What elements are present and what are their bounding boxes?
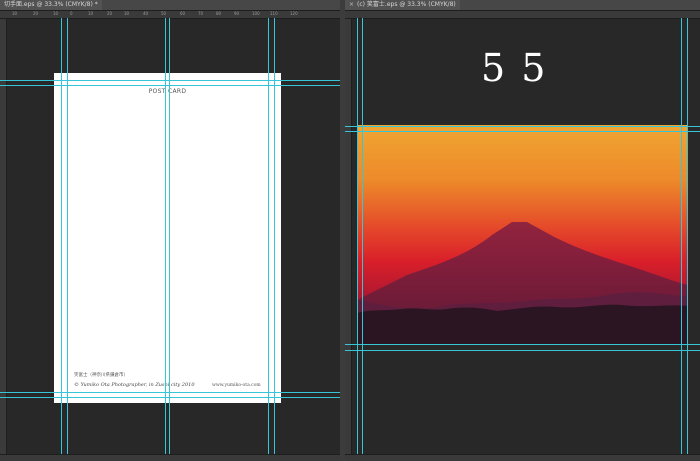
left-status-bar bbox=[0, 454, 340, 461]
ruler-label: 110 bbox=[270, 11, 278, 16]
guide-vertical[interactable] bbox=[681, 18, 682, 455]
guide-vertical[interactable] bbox=[687, 18, 688, 455]
guide-vertical[interactable] bbox=[274, 18, 275, 455]
left-horizontal-ruler[interactable]: 30 20 10 0 10 20 30 40 50 60 70 80 90 10… bbox=[0, 11, 340, 19]
postcard-artboard[interactable]: POST CARD 笑富士（神奈川県鎌倉市） © Yumiko Ota Phot… bbox=[54, 73, 281, 403]
ruler-label: 80 bbox=[216, 11, 222, 16]
guide-horizontal[interactable] bbox=[0, 392, 340, 393]
mount-fuji-photo[interactable] bbox=[357, 125, 688, 345]
guide-horizontal[interactable] bbox=[0, 85, 340, 86]
left-document-tab[interactable]: 切手面.eps @ 33.3% (CMYK/8) * bbox=[0, 0, 102, 10]
guide-horizontal[interactable] bbox=[345, 350, 700, 351]
ruler-label: 10 bbox=[53, 11, 59, 16]
guide-horizontal[interactable] bbox=[345, 131, 700, 132]
right-document-tab[interactable]: × (c) 笑富士.eps @ 33.3% (CMYK/8) bbox=[345, 0, 460, 10]
right-document-window: × (c) 笑富士.eps @ 33.3% (CMYK/8) 5 5 bbox=[345, 0, 700, 461]
ruler-label: 0 bbox=[70, 11, 73, 16]
right-status-bar bbox=[345, 454, 700, 461]
right-vertical-ruler[interactable] bbox=[345, 19, 352, 461]
website-url: www.yumiko-ota.com bbox=[212, 383, 261, 388]
ruler-label: 90 bbox=[234, 11, 240, 16]
guide-vertical[interactable] bbox=[169, 18, 170, 455]
ruler-label: 20 bbox=[33, 11, 39, 16]
guide-horizontal[interactable] bbox=[345, 126, 700, 127]
right-tab-title: (c) 笑富士.eps @ 33.3% (CMYK/8) bbox=[357, 1, 456, 8]
guide-vertical[interactable] bbox=[61, 18, 62, 455]
guide-horizontal[interactable] bbox=[345, 344, 700, 345]
ruler-label: 40 bbox=[143, 11, 149, 16]
guide-vertical[interactable] bbox=[67, 18, 68, 455]
ruler-label: 20 bbox=[107, 11, 113, 16]
ruler-label: 30 bbox=[12, 11, 18, 16]
left-tab-title: 切手面.eps @ 33.3% (CMYK/8) * bbox=[4, 1, 98, 8]
right-horizontal-ruler[interactable] bbox=[345, 11, 700, 19]
ruler-label: 120 bbox=[290, 11, 298, 16]
page-number-text: 5 5 bbox=[481, 46, 548, 90]
left-document-window: 切手面.eps @ 33.3% (CMYK/8) * 30 20 10 0 10… bbox=[0, 0, 340, 461]
postcard-title: POST CARD bbox=[148, 88, 187, 95]
ruler-label: 10 bbox=[88, 11, 94, 16]
guide-vertical[interactable] bbox=[268, 18, 269, 455]
ruler-label: 100 bbox=[252, 11, 260, 16]
guide-vertical[interactable] bbox=[357, 18, 358, 455]
ruler-label: 30 bbox=[124, 11, 130, 16]
guide-vertical[interactable] bbox=[362, 18, 363, 455]
left-tab-bar: 切手面.eps @ 33.3% (CMYK/8) * bbox=[0, 0, 340, 11]
guide-horizontal[interactable] bbox=[0, 80, 340, 81]
photo-caption: 笑富士（神奈川県鎌倉市） bbox=[74, 373, 128, 378]
guide-vertical[interactable] bbox=[165, 18, 166, 455]
close-icon[interactable]: × bbox=[349, 1, 354, 8]
ruler-label: 70 bbox=[198, 11, 204, 16]
ruler-label: 50 bbox=[161, 11, 167, 16]
ruler-label: 60 bbox=[180, 11, 186, 16]
guide-horizontal[interactable] bbox=[0, 397, 340, 398]
right-tab-bar: × (c) 笑富士.eps @ 33.3% (CMYK/8) bbox=[345, 0, 700, 11]
photographer-credit: © Yumiko Ota Photographer, in Zushi city… bbox=[74, 382, 195, 388]
